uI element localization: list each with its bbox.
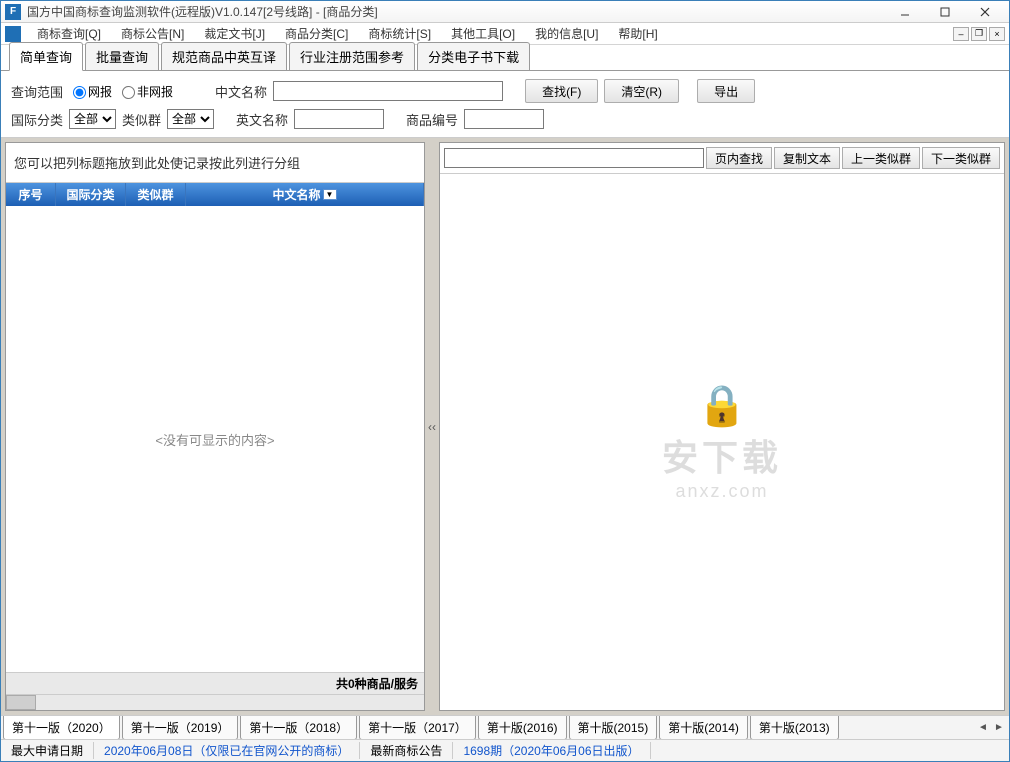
maximize-icon [940,7,950,17]
en-name-input[interactable] [294,109,384,129]
subtab-strip: 简单查询 批量查询 规范商品中英互译 行业注册范围参考 分类电子书下载 [1,45,1009,71]
filter-bar: 查询范围 网报 非网报 中文名称 查找(F) 清空(R) 导出 国际分类 全部 … [1,71,1009,138]
mdi-minimize-button[interactable]: – [953,27,969,41]
similar-group-label: 类似群 [122,110,161,129]
statusbar: 最大申请日期 2020年06月08日（仅限已在官网公开的商标） 最新商标公告 1… [1,739,1009,761]
page-find-input[interactable] [444,148,704,168]
work-area: 您可以把列标题拖放到此处使记录按此列进行分组 序号 国际分类 类似群 中文名称 … [1,138,1009,715]
status-maxdate-value: 2020年06月08日（仅限已在官网公开的商标） [94,742,360,759]
radio-nonweb[interactable] [122,86,135,99]
group-hint: 您可以把列标题拖放到此处使记录按此列进行分组 [6,143,424,183]
app-icon: F [5,4,21,20]
splitter[interactable]: ‹‹ [425,142,439,711]
status-latest-value: 1698期（2020年06月06日出版） [453,742,650,759]
goods-code-label: 商品编号 [406,110,458,129]
tab-ebook-download[interactable]: 分类电子书下载 [417,42,530,70]
export-button[interactable]: 导出 [697,79,755,103]
radio-nonweb-label[interactable]: 非网报 [118,83,173,100]
tab-industry-ref[interactable]: 行业注册范围参考 [289,42,415,70]
menu-statistics[interactable]: 商标统计[S] [358,23,441,44]
vtab-2017[interactable]: 第十一版（2017） [359,716,476,740]
menu-myinfo[interactable]: 我的信息[U] [525,23,608,44]
vtab-2019[interactable]: 第十一版（2019） [122,716,239,740]
menu-tools[interactable]: 其他工具[O] [441,23,525,44]
radio-web-label[interactable]: 网报 [69,83,112,100]
grid-hscroll[interactable] [6,694,424,710]
prev-group-button[interactable]: 上一类似群 [842,147,920,169]
minimize-icon [900,7,910,17]
vtab-scroll-left[interactable]: ◄ [975,722,991,733]
cn-name-label: 中文名称 [215,82,267,101]
grid-footer: 共0种商品/服务 [6,672,424,694]
window-title: 国方中国商标查询监测软件(远程版)V1.0.147[2号线路] - [商品分类] [27,3,885,20]
grid-empty-text: <没有可显示的内容> [155,430,274,449]
titlebar: F 国方中国商标查询监测软件(远程版)V1.0.147[2号线路] - [商品分… [1,1,1009,23]
lock-icon: 🔒 [662,382,782,429]
minimize-button[interactable] [885,2,925,22]
column-dropdown-icon[interactable]: ▼ [323,189,337,200]
tab-batch-query[interactable]: 批量查询 [85,42,159,70]
watermark: 🔒 安下载 anxz.com [662,382,782,502]
goods-code-input[interactable] [464,109,544,129]
mdi-close-button[interactable]: × [989,27,1005,41]
vtab-2018[interactable]: 第十一版（2018） [240,716,357,740]
similar-group-select[interactable]: 全部 [167,109,214,129]
menu-help[interactable]: 帮助[H] [608,23,667,44]
mdi-restore-button[interactable]: ❐ [971,27,987,41]
page-find-button[interactable]: 页内查找 [706,147,772,169]
detail-content: 🔒 安下载 anxz.com [440,174,1004,710]
tab-translate[interactable]: 规范商品中英互译 [161,42,287,70]
grid-panel: 您可以把列标题拖放到此处使记录按此列进行分组 序号 国际分类 类似群 中文名称 … [5,142,425,711]
copy-text-button[interactable]: 复制文本 [774,147,840,169]
vtab-2020[interactable]: 第十一版（2020） [3,716,120,740]
vtab-2016[interactable]: 第十版(2016) [478,716,567,740]
intl-class-label: 国际分类 [11,110,63,129]
menu-announcement[interactable]: 商标公告[N] [111,23,194,44]
radio-web[interactable] [73,86,86,99]
intl-class-select[interactable]: 全部 [69,109,116,129]
mdi-icon [5,26,21,42]
grid-body: <没有可显示的内容> [6,206,424,672]
menu-query[interactable]: 商标查询[Q] [27,23,111,44]
close-button[interactable] [965,2,1005,22]
mdi-buttons: – ❐ × [953,27,1005,41]
status-latest-label: 最新商标公告 [360,742,453,759]
detail-panel: 页内查找 复制文本 上一类似群 下一类似群 🔒 安下载 anxz.com [439,142,1005,711]
menu-classification[interactable]: 商品分类[C] [275,23,358,44]
next-group-button[interactable]: 下一类似群 [922,147,1000,169]
vtab-scroll-right[interactable]: ► [991,722,1007,733]
app-window: F 国方中国商标查询监测软件(远程版)V1.0.147[2号线路] - [商品分… [0,0,1010,762]
col-seq[interactable]: 序号 [6,183,56,206]
scroll-thumb[interactable] [6,695,36,710]
clear-button[interactable]: 清空(R) [604,79,679,103]
cn-name-input[interactable] [273,81,503,101]
filter-row-2: 国际分类 全部 类似群 全部 英文名称 商品编号 [11,109,999,129]
en-name-label: 英文名称 [236,110,288,129]
scope-label: 查询范围 [11,82,63,101]
menu-ruling[interactable]: 裁定文书[J] [194,23,275,44]
window-buttons [885,2,1005,22]
tab-simple-query[interactable]: 简单查询 [9,42,83,71]
filter-row-1: 查询范围 网报 非网报 中文名称 查找(F) 清空(R) 导出 [11,79,999,103]
close-icon [980,7,990,17]
vtab-2015[interactable]: 第十版(2015) [569,716,658,740]
status-maxdate-label: 最大申请日期 [1,742,94,759]
grid-header: 序号 国际分类 类似群 中文名称 ▼ [6,183,424,206]
vtab-2013[interactable]: 第十版(2013) [750,716,839,740]
detail-toolbar: 页内查找 复制文本 上一类似群 下一类似群 [440,143,1004,174]
search-button[interactable]: 查找(F) [525,79,598,103]
col-similar-group[interactable]: 类似群 [126,183,186,206]
col-intl-class[interactable]: 国际分类 [56,183,126,206]
maximize-button[interactable] [925,2,965,22]
col-cn-name[interactable]: 中文名称 ▼ [186,183,424,206]
version-tabs: 第十一版（2020） 第十一版（2019） 第十一版（2018） 第十一版（20… [1,715,1009,739]
vtab-2014[interactable]: 第十版(2014) [659,716,748,740]
